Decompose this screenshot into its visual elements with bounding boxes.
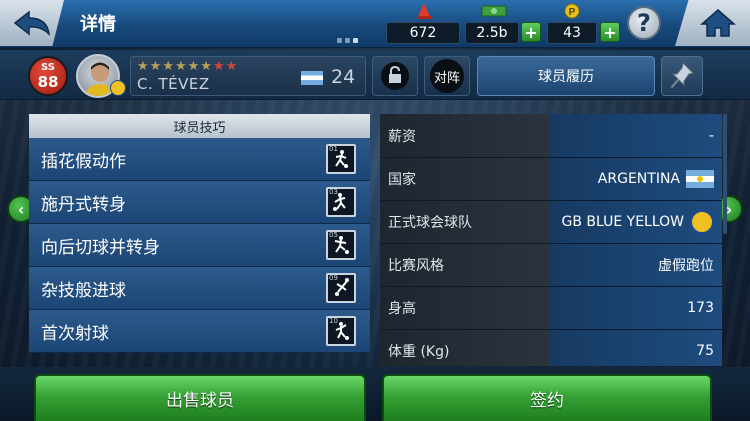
info-value: 173: [550, 287, 722, 329]
home-icon: [699, 9, 736, 37]
skill-icon: 01: [326, 144, 356, 174]
cone-icon: [414, 2, 434, 20]
position-badge: SS 88: [28, 56, 68, 96]
skills-panel: 球员技巧 插花假动作 01 施丹式转身 03 向后切球并转身 05 杂技般进球 …: [29, 114, 370, 366]
info-value: ARGENTINA: [550, 158, 722, 200]
skill-icon: 09: [326, 273, 356, 303]
page-title: 详情: [80, 14, 116, 35]
info-row-height: 身高 173: [380, 286, 722, 329]
home-button[interactable]: [675, 0, 750, 46]
club-badge-icon: [110, 80, 126, 96]
coin-icon: P: [563, 2, 581, 20]
skill-icon: 10: [326, 316, 356, 346]
info-value: 虚假跑位: [550, 244, 722, 286]
info-scrollbar[interactable]: [723, 114, 727, 234]
svg-text:P: P: [569, 7, 576, 18]
skill-icon: 05: [326, 230, 356, 260]
info-row-country: 国家 ARGENTINA: [380, 157, 722, 200]
pin-button[interactable]: [661, 56, 703, 96]
skill-label: 施丹式转身: [41, 194, 126, 215]
info-label: 身高: [380, 287, 550, 329]
top-bar: 详情 672 2.5b + P 43 + ?: [0, 0, 750, 48]
info-label: 国家: [380, 158, 550, 200]
info-row-style: 比赛风格 虚假跑位: [380, 243, 722, 286]
player-bar: SS 88 ★ ★ ★ ★ ★ ★ ★ ★ C. TÉVEZ 24 对阵 球员履…: [0, 50, 750, 100]
player-name-panel: ★ ★ ★ ★ ★ ★ ★ ★ C. TÉVEZ 24: [130, 56, 366, 96]
help-button[interactable]: ?: [627, 6, 661, 40]
page-dots: [337, 38, 358, 43]
info-value: -: [550, 114, 722, 157]
resource-cones: 672: [386, 22, 460, 44]
skill-row[interactable]: 向后切球并转身 05: [29, 224, 370, 267]
info-label: 体重 (Kg): [380, 330, 550, 366]
skill-row[interactable]: 插花假动作 01: [29, 138, 370, 181]
info-label: 比赛风格: [380, 244, 550, 286]
player-name: C. TÉVEZ: [137, 75, 210, 93]
add-coins-button[interactable]: +: [600, 22, 620, 42]
skill-row[interactable]: 施丹式转身 03: [29, 181, 370, 224]
star-icon: ★: [137, 59, 149, 74]
resource-cash: 2.5b: [465, 22, 519, 44]
skill-label: 向后切球并转身: [41, 237, 160, 258]
skill-icon: 03: [326, 187, 356, 217]
skills-header: 球员技巧: [29, 114, 370, 138]
star-icon: ★: [200, 59, 212, 74]
back-arrow-icon: [13, 10, 51, 36]
info-value: GB BLUE YELLOW: [550, 201, 722, 243]
skill-label: 杂技般进球: [41, 280, 126, 301]
skill-label: 插花假动作: [41, 151, 126, 172]
lock-button[interactable]: [372, 56, 418, 96]
player-age: 24: [331, 66, 356, 88]
star-icon: ★: [225, 59, 238, 74]
info-value: 75: [550, 330, 722, 366]
star-icon: ★: [162, 59, 174, 74]
argentina-flag-icon: [301, 71, 323, 85]
compare-label: 对阵: [430, 59, 464, 93]
info-row-club: 正式球会球队 GB BLUE YELLOW: [380, 200, 722, 243]
add-cash-button[interactable]: +: [521, 22, 541, 42]
club-badge-icon: [690, 210, 714, 234]
back-button[interactable]: [0, 0, 64, 46]
overall-rating: 88: [37, 73, 59, 91]
position-label: SS: [41, 62, 55, 73]
sign-button[interactable]: 签约: [382, 374, 712, 421]
star-icon: ★: [212, 59, 225, 74]
skill-row[interactable]: 杂技般进球 09: [29, 267, 370, 310]
resource-coins: 43: [547, 22, 597, 44]
player-history-button[interactable]: 球员履历: [477, 56, 655, 96]
pin-icon: [670, 61, 694, 89]
compare-button[interactable]: 对阵: [424, 56, 470, 96]
info-label: 正式球会球队: [380, 201, 550, 243]
info-label: 薪资: [380, 114, 550, 157]
lock-icon: [381, 62, 409, 90]
skill-row[interactable]: 首次射球 10: [29, 310, 370, 353]
sell-player-button[interactable]: 出售球员: [34, 374, 366, 421]
info-row-weight: 体重 (Kg) 75: [380, 329, 722, 366]
argentina-flag-icon: [686, 170, 714, 188]
skill-label: 首次射球: [41, 323, 109, 344]
cash-icon: [480, 2, 508, 20]
star-icon: ★: [174, 59, 187, 74]
star-icon: ★: [187, 59, 200, 74]
player-info-panel: 薪资 - 国家 ARGENTINA 正式球会球队 GB BLUE YELLOW …: [380, 114, 722, 366]
star-rating: ★ ★ ★ ★ ★ ★ ★ ★: [137, 59, 237, 74]
info-row-salary: 薪资 -: [380, 114, 722, 157]
star-icon: ★: [149, 59, 162, 74]
